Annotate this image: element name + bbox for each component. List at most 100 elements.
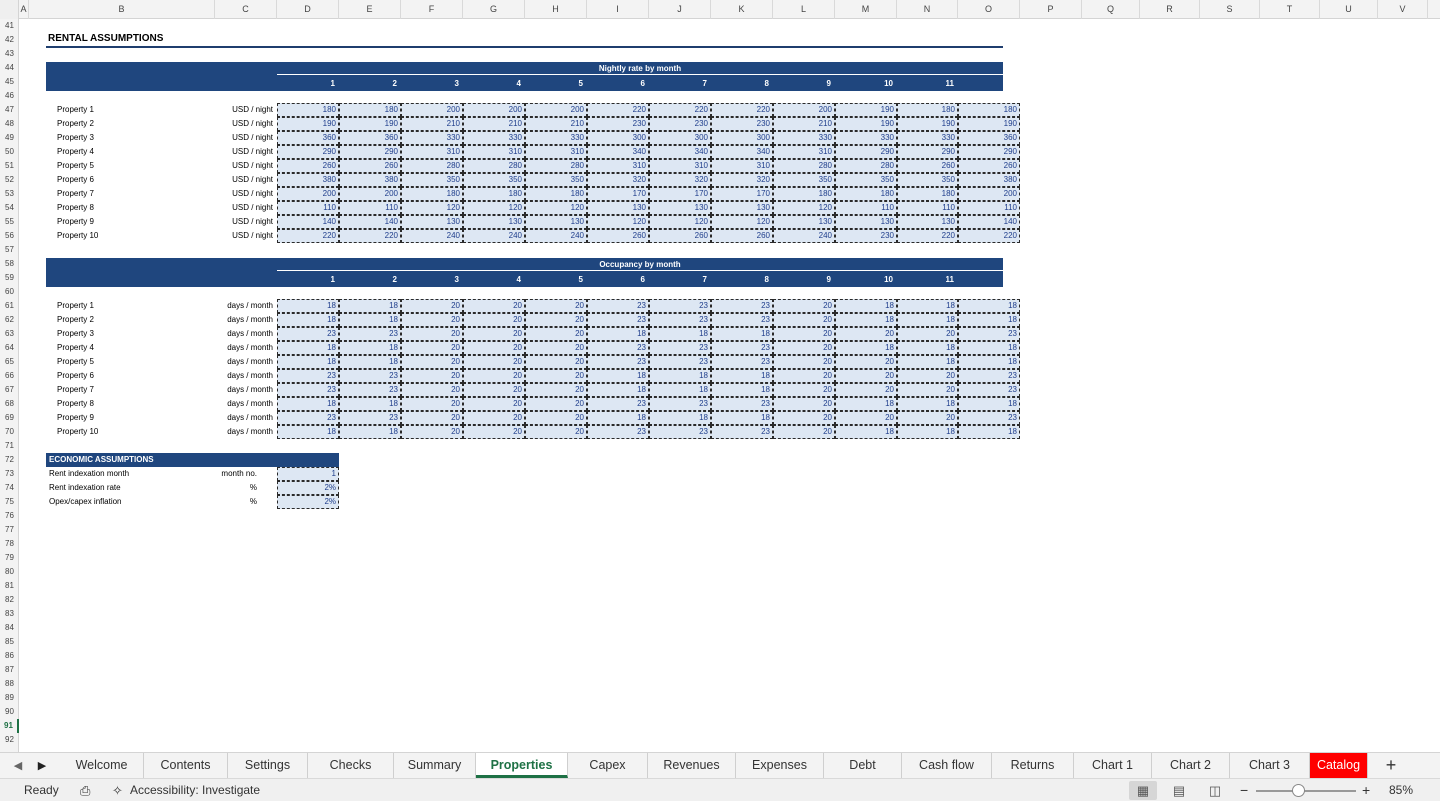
column-header-w[interactable]: W: [1428, 0, 1440, 19]
grid-view-icon[interactable]: ▦: [1129, 781, 1157, 800]
occupancy-cell[interactable]: 23: [958, 327, 1020, 341]
nightly-cell[interactable]: 200: [401, 103, 463, 117]
economic-value-cell[interactable]: 1: [277, 467, 339, 481]
occupancy-cell[interactable]: 20: [773, 355, 835, 369]
nightly-cell[interactable]: 300: [711, 131, 773, 145]
nightly-cell[interactable]: 320: [649, 173, 711, 187]
occupancy-cell[interactable]: 20: [773, 327, 835, 341]
nightly-cell[interactable]: 360: [277, 131, 339, 145]
occupancy-cell[interactable]: 20: [525, 383, 587, 397]
occupancy-cell[interactable]: 23: [711, 425, 773, 439]
column-header-e[interactable]: E: [339, 0, 401, 19]
row-header-64[interactable]: 64: [0, 341, 19, 355]
occupancy-cell[interactable]: 20: [773, 299, 835, 313]
occupancy-cell[interactable]: 18: [835, 313, 897, 327]
occupancy-cell[interactable]: 23: [711, 355, 773, 369]
occupancy-cell[interactable]: 23: [649, 355, 711, 369]
column-header-k[interactable]: K: [711, 0, 773, 19]
occupancy-cell[interactable]: 20: [773, 425, 835, 439]
nightly-cell[interactable]: 360: [958, 131, 1020, 145]
column-header-a[interactable]: A: [19, 0, 29, 19]
nightly-cell[interactable]: 140: [339, 215, 401, 229]
nightly-cell[interactable]: 210: [525, 117, 587, 131]
occupancy-cell[interactable]: 20: [773, 397, 835, 411]
caret-left-icon[interactable]: ◀: [8, 753, 28, 779]
column-header-i[interactable]: I: [587, 0, 649, 19]
row-header-68[interactable]: 68: [0, 397, 19, 411]
column-header-q[interactable]: Q: [1082, 0, 1140, 19]
occupancy-cell[interactable]: 18: [835, 299, 897, 313]
occupancy-cell[interactable]: 18: [958, 341, 1020, 355]
row-header-91[interactable]: 91: [0, 719, 19, 733]
column-header-o[interactable]: O: [958, 0, 1020, 19]
row-header-85[interactable]: 85: [0, 635, 19, 649]
row-header-44[interactable]: 44: [0, 61, 19, 75]
nightly-cell[interactable]: 330: [463, 131, 525, 145]
nightly-cell[interactable]: 310: [773, 145, 835, 159]
occupancy-cell[interactable]: 18: [835, 341, 897, 355]
nightly-cell[interactable]: 350: [401, 173, 463, 187]
row-header-80[interactable]: 80: [0, 565, 19, 579]
nightly-cell[interactable]: 130: [463, 215, 525, 229]
occupancy-cell[interactable]: 23: [958, 411, 1020, 425]
nightly-cell[interactable]: 340: [649, 145, 711, 159]
nightly-cell[interactable]: 130: [773, 215, 835, 229]
nightly-cell[interactable]: 350: [525, 173, 587, 187]
nightly-cell[interactable]: 330: [401, 131, 463, 145]
occupancy-cell[interactable]: 20: [835, 383, 897, 397]
nightly-cell[interactable]: 220: [649, 103, 711, 117]
occupancy-cell[interactable]: 20: [525, 355, 587, 369]
nightly-cell[interactable]: 190: [897, 117, 958, 131]
zoom-level[interactable]: 85%: [1389, 779, 1413, 801]
occupancy-cell[interactable]: 20: [525, 411, 587, 425]
nightly-cell[interactable]: 230: [649, 117, 711, 131]
occupancy-cell[interactable]: 18: [649, 327, 711, 341]
row-header-49[interactable]: 49: [0, 131, 19, 145]
nightly-cell[interactable]: 210: [463, 117, 525, 131]
nightly-cell[interactable]: 140: [277, 215, 339, 229]
column-header-p[interactable]: P: [1020, 0, 1082, 19]
occupancy-cell[interactable]: 20: [401, 299, 463, 313]
occupancy-cell[interactable]: 18: [958, 313, 1020, 327]
nightly-cell[interactable]: 190: [277, 117, 339, 131]
nightly-cell[interactable]: 280: [773, 159, 835, 173]
economic-value-cell[interactable]: 2%: [277, 481, 339, 495]
nightly-cell[interactable]: 240: [463, 229, 525, 243]
occupancy-cell[interactable]: 20: [401, 313, 463, 327]
occupancy-cell[interactable]: 23: [649, 299, 711, 313]
occupancy-cell[interactable]: 23: [339, 383, 401, 397]
row-header-79[interactable]: 79: [0, 551, 19, 565]
row-header-66[interactable]: 66: [0, 369, 19, 383]
occupancy-cell[interactable]: 18: [649, 411, 711, 425]
occupancy-cell[interactable]: 18: [897, 397, 958, 411]
nightly-cell[interactable]: 220: [339, 229, 401, 243]
occupancy-cell[interactable]: 18: [339, 341, 401, 355]
tab-expenses[interactable]: Expenses: [736, 753, 824, 778]
row-header-92[interactable]: 92: [0, 733, 19, 747]
zoom-out-button[interactable]: −: [1240, 779, 1248, 801]
occupancy-cell[interactable]: 20: [897, 327, 958, 341]
row-header-90[interactable]: 90: [0, 705, 19, 719]
row-header-86[interactable]: 86: [0, 649, 19, 663]
nightly-cell[interactable]: 110: [277, 201, 339, 215]
nightly-cell[interactable]: 190: [835, 117, 897, 131]
column-header-f[interactable]: F: [401, 0, 463, 19]
nightly-cell[interactable]: 300: [587, 131, 649, 145]
row-header-56[interactable]: 56: [0, 229, 19, 243]
nightly-cell[interactable]: 280: [835, 159, 897, 173]
nightly-cell[interactable]: 130: [835, 215, 897, 229]
column-header-r[interactable]: R: [1140, 0, 1200, 19]
nightly-cell[interactable]: 140: [958, 215, 1020, 229]
row-header-87[interactable]: 87: [0, 663, 19, 677]
tab-welcome[interactable]: Welcome: [60, 753, 144, 778]
occupancy-cell[interactable]: 23: [649, 397, 711, 411]
nightly-cell[interactable]: 290: [835, 145, 897, 159]
nightly-cell[interactable]: 350: [835, 173, 897, 187]
nightly-cell[interactable]: 340: [711, 145, 773, 159]
nightly-cell[interactable]: 130: [897, 215, 958, 229]
occupancy-cell[interactable]: 18: [958, 299, 1020, 313]
occupancy-cell[interactable]: 23: [711, 313, 773, 327]
column-header-h[interactable]: H: [525, 0, 587, 19]
occupancy-cell[interactable]: 20: [525, 397, 587, 411]
occupancy-cell[interactable]: 23: [587, 299, 649, 313]
